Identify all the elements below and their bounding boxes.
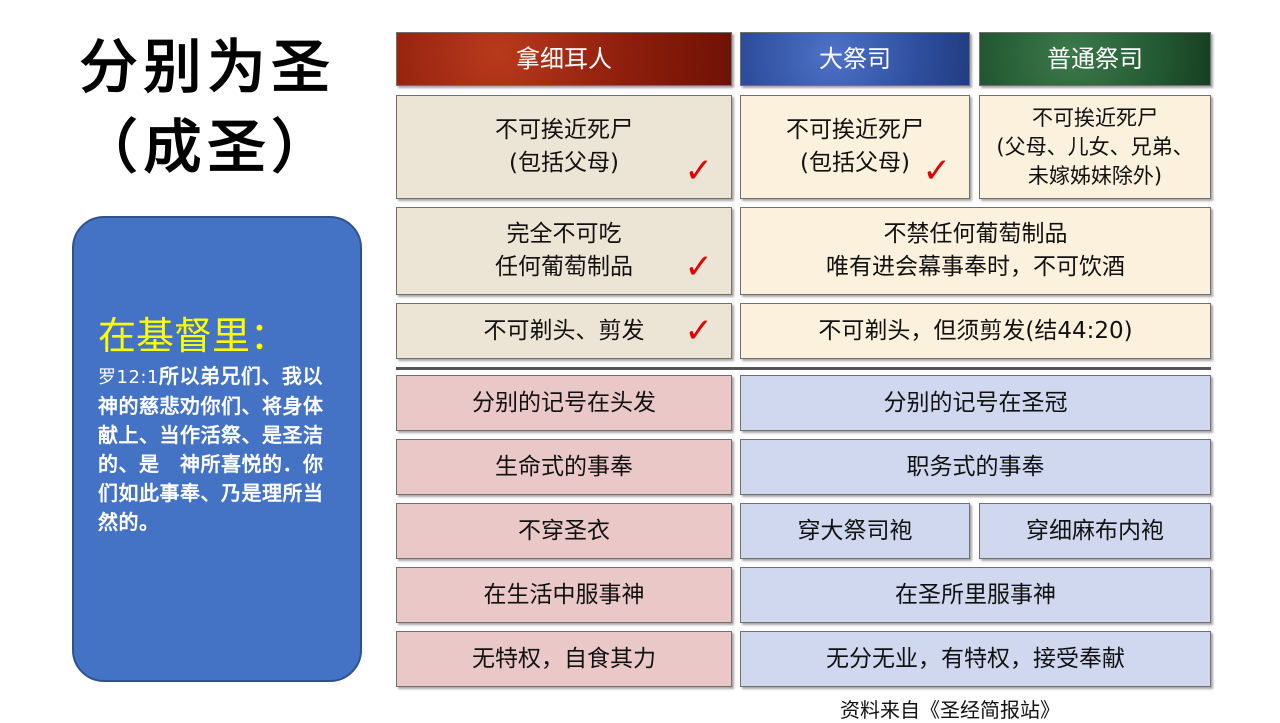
scripture-box: 在基督里： 罗12:1所以弟兄们、我以 神的慈悲劝你们、将身体献上、当作活祭、是… — [72, 216, 362, 682]
cell-text: 完全不可吃 任何葡萄制品 — [495, 221, 633, 280]
cell-text: 不可剃头、剪发 — [483, 317, 645, 344]
header-high-priest: 大祭司 — [740, 32, 970, 86]
cell-text: 不可挨近死尸 (包括父母) — [786, 117, 924, 176]
cell-priest-corpse: 不可挨近死尸 (父母、儿女、兄弟、 未嫁姊妹除外) — [979, 95, 1211, 199]
scripture-heading: 在基督里： — [98, 314, 289, 358]
cell-priests-grapes: 不禁任何葡萄制品 唯有进会幕事奉时，不可饮酒 — [740, 207, 1211, 295]
cell-priest-garment: 穿细麻布内袍 — [979, 503, 1211, 559]
cell-nazirite-sign: 分别的记号在头发 — [396, 375, 732, 431]
cell-nazirite-place: 在生活中服事神 — [396, 567, 732, 623]
cell-high-priest-corpse: 不可挨近死尸 (包括父母) ✓ — [740, 95, 970, 199]
cell-priests-place: 在圣所里服事神 — [740, 567, 1211, 623]
cell-nazirite-garment: 不穿圣衣 — [396, 503, 732, 559]
cell-priests-hair: 不可剃头，但须剪发(结44:20) — [740, 303, 1211, 359]
header-priest: 普通祭司 — [979, 32, 1211, 86]
check-icon: ✓ — [684, 247, 714, 287]
page-subtitle: （成圣） — [79, 113, 336, 181]
page-title: 分别为圣 — [79, 33, 336, 101]
verse-text: 所以弟兄们、我以 神的慈悲劝你们、将身体献上、当作活祭、是圣洁的、是 神所喜悦的… — [98, 364, 344, 534]
cell-nazirite-service: 生命式的事奉 — [396, 439, 732, 495]
header-nazirite: 拿细耳人 — [396, 32, 732, 86]
cell-nazirite-hair: 不可剃头、剪发 ✓ — [396, 303, 732, 359]
cell-priests-service: 职务式的事奉 — [740, 439, 1211, 495]
scripture-verse: 罗12:1所以弟兄们、我以 神的慈悲劝你们、将身体献上、当作活祭、是圣洁的、是 … — [98, 362, 344, 537]
cell-nazirite-grapes: 完全不可吃 任何葡萄制品 ✓ — [396, 207, 732, 295]
cell-text: 不可挨近死尸 (包括父母) — [495, 117, 633, 176]
cell-high-priest-garment: 穿大祭司袍 — [740, 503, 970, 559]
check-icon: ✓ — [684, 311, 714, 351]
source-credit: 资料来自《圣经简报站》 — [840, 698, 1060, 722]
cell-priests-privilege: 无分无业，有特权，接受奉献 — [740, 631, 1211, 687]
check-icon: ✓ — [684, 151, 714, 191]
cell-nazirite-corpse: 不可挨近死尸 (包括父母) ✓ — [396, 95, 732, 199]
verse-reference: 罗12:1 — [98, 367, 159, 388]
cell-priests-sign: 分别的记号在圣冠 — [740, 375, 1211, 431]
check-icon: ✓ — [922, 151, 952, 191]
section-divider — [396, 367, 1211, 370]
cell-nazirite-privilege: 无特权，自食其力 — [396, 631, 732, 687]
